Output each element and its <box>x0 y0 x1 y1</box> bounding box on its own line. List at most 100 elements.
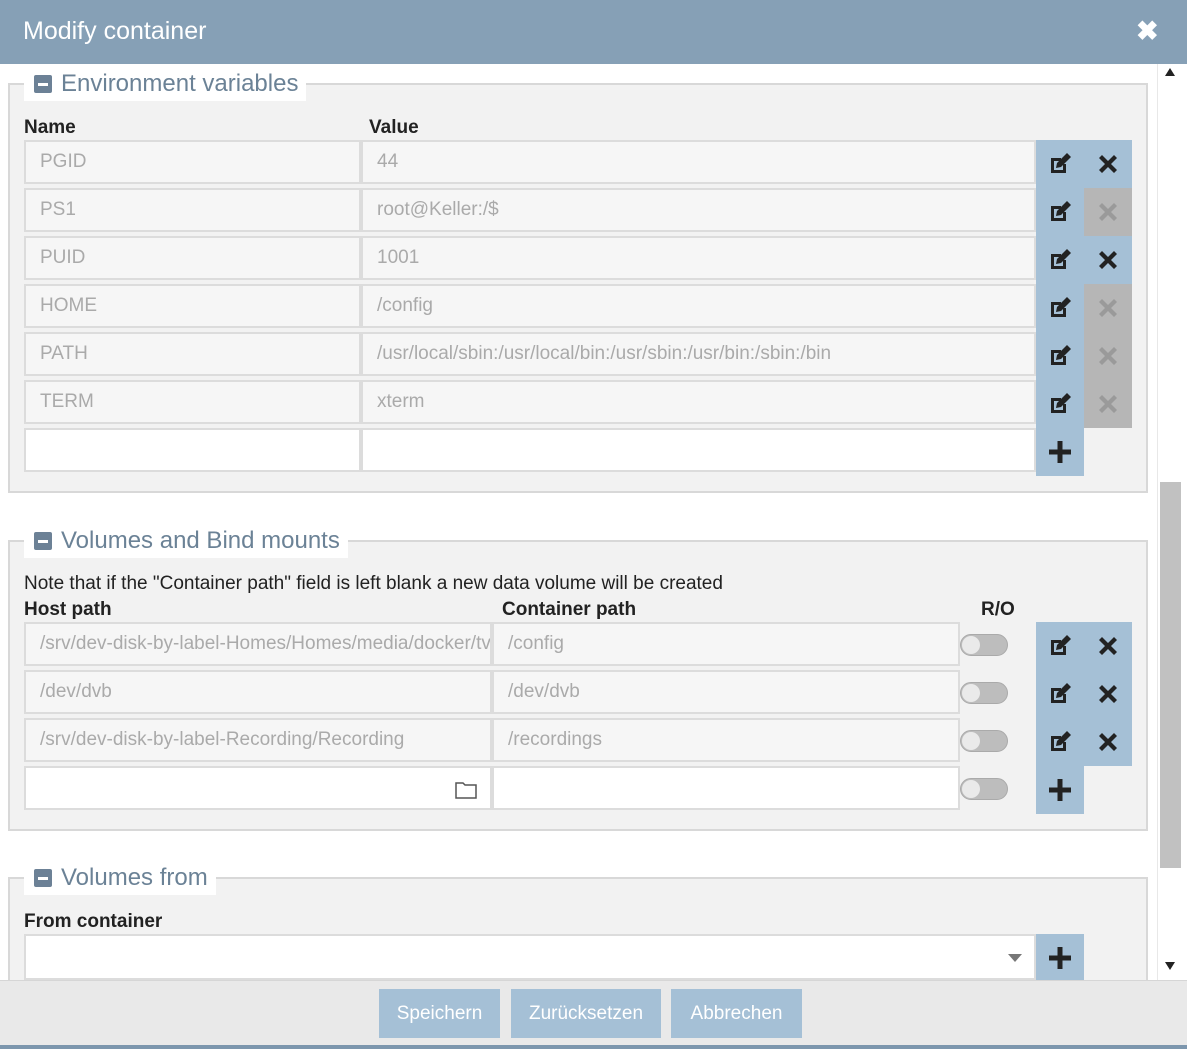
env-name-field[interactable]: HOME <box>24 284 361 328</box>
scrollbar-thumb[interactable] <box>1160 482 1181 868</box>
edit-icon <box>1051 635 1071 655</box>
env-col-name: Name <box>24 117 76 138</box>
edit-volume-button[interactable] <box>1036 718 1084 766</box>
edit-icon <box>1051 153 1071 173</box>
env-name-field[interactable]: PATH <box>24 332 361 376</box>
close-icon[interactable]: ✖ <box>1136 16 1159 47</box>
delete-env-button[interactable] <box>1084 140 1132 188</box>
delete-icon <box>1099 155 1117 173</box>
container-path-field[interactable]: /config <box>492 622 960 666</box>
edit-icon <box>1051 731 1071 751</box>
delete-env-button[interactable] <box>1084 188 1132 236</box>
scroll-up-icon[interactable] <box>1165 68 1175 76</box>
toggle-knob <box>962 636 980 654</box>
env-value-field[interactable]: 44 <box>361 140 1036 184</box>
new-host-path-field[interactable] <box>24 766 492 810</box>
delete-icon <box>1099 637 1117 655</box>
dialog-content: Environment variables Name Value PGID 44 P… <box>0 64 1157 980</box>
edit-env-button[interactable] <box>1036 332 1084 380</box>
chevron-down-icon <box>1008 954 1022 962</box>
minus-icon[interactable] <box>34 869 52 887</box>
delete-env-button[interactable] <box>1084 332 1132 380</box>
scrollbar[interactable] <box>1157 64 1187 980</box>
volumes-col-host: Host path <box>24 599 112 620</box>
env-col-value: Value <box>369 117 419 138</box>
delete-icon <box>1099 733 1117 751</box>
new-container-path-field[interactable] <box>492 766 960 810</box>
plus-icon <box>1049 779 1071 801</box>
footer-border <box>0 1045 1187 1049</box>
save-button[interactable]: Speichern <box>379 989 500 1038</box>
volumes-legend-text: Volumes and Bind mounts <box>61 527 340 554</box>
reset-button[interactable]: Zurücksetzen <box>511 989 661 1038</box>
add-env-button[interactable] <box>1036 428 1084 476</box>
edit-env-button[interactable] <box>1036 140 1084 188</box>
ro-toggle[interactable] <box>960 634 1008 656</box>
volumes-from-legend[interactable]: Volumes from <box>24 861 216 895</box>
edit-icon <box>1051 393 1071 413</box>
dialog-titlebar: Modify container ✖ <box>0 0 1187 64</box>
edit-env-button[interactable] <box>1036 188 1084 236</box>
env-value-field[interactable]: 1001 <box>361 236 1036 280</box>
env-new-value-field[interactable] <box>361 428 1036 472</box>
volumes-legend[interactable]: Volumes and Bind mounts <box>24 524 348 558</box>
env-value-field[interactable]: xterm <box>361 380 1036 424</box>
env-new-name-field[interactable] <box>24 428 361 472</box>
container-path-field[interactable]: /dev/dvb <box>492 670 960 714</box>
env-name-field[interactable]: PUID <box>24 236 361 280</box>
toggle-knob <box>962 684 980 702</box>
ro-toggle[interactable] <box>960 682 1008 704</box>
host-path-field[interactable]: /dev/dvb <box>24 670 492 714</box>
edit-volume-button[interactable] <box>1036 622 1084 670</box>
env-value-field[interactable]: root@Keller:/$ <box>361 188 1036 232</box>
env-legend[interactable]: Environment variables <box>24 67 307 101</box>
env-name-field[interactable]: PGID <box>24 140 361 184</box>
edit-icon <box>1051 683 1071 703</box>
plus-icon <box>1049 441 1071 463</box>
edit-volume-button[interactable] <box>1036 670 1084 718</box>
from-container-select[interactable] <box>24 934 1036 980</box>
edit-env-button[interactable] <box>1036 236 1084 284</box>
minus-icon[interactable] <box>34 75 52 93</box>
add-volume-button[interactable] <box>1036 766 1084 814</box>
env-legend-text: Environment variables <box>61 70 299 97</box>
delete-icon <box>1099 251 1117 269</box>
host-path-field[interactable]: /srv/dev-disk-by-label-Recording/Recordi… <box>24 718 492 762</box>
env-name-field[interactable]: TERM <box>24 380 361 424</box>
env-name-field[interactable]: PS1 <box>24 188 361 232</box>
edit-env-button[interactable] <box>1036 284 1084 332</box>
volumes-col-ro: R/O <box>981 599 1015 620</box>
env-value-field[interactable]: /config <box>361 284 1036 328</box>
volumes-from-legend-text: Volumes from <box>61 864 208 891</box>
folder-icon[interactable] <box>455 781 477 799</box>
delete-volume-button[interactable] <box>1084 670 1132 718</box>
edit-icon <box>1051 249 1071 269</box>
dialog-title: Modify container <box>23 17 207 45</box>
toggle-knob <box>962 780 980 798</box>
volumes-col-container: Container path <box>502 599 637 620</box>
new-ro-toggle[interactable] <box>960 778 1008 800</box>
edit-icon <box>1051 201 1071 221</box>
delete-volume-button[interactable] <box>1084 718 1132 766</box>
delete-env-button[interactable] <box>1084 380 1132 428</box>
delete-icon <box>1099 685 1117 703</box>
edit-icon <box>1051 297 1071 317</box>
ro-toggle[interactable] <box>960 730 1008 752</box>
host-path-field[interactable]: /srv/dev-disk-by-label-Homes/Homes/media… <box>24 622 492 666</box>
delete-env-button[interactable] <box>1084 284 1132 332</box>
plus-icon <box>1049 947 1071 969</box>
delete-icon <box>1099 299 1117 317</box>
add-volumes-from-button[interactable] <box>1036 934 1084 980</box>
delete-icon <box>1099 203 1117 221</box>
delete-env-button[interactable] <box>1084 236 1132 284</box>
volumes-note: Note that if the "Container path" field … <box>24 573 723 594</box>
dialog-footer: Speichern Zurücksetzen Abbrechen <box>0 980 1187 1049</box>
env-value-field[interactable]: /usr/local/sbin:/usr/local/bin:/usr/sbin… <box>361 332 1036 376</box>
container-path-field[interactable]: /recordings <box>492 718 960 762</box>
scroll-down-icon[interactable] <box>1165 962 1175 970</box>
edit-env-button[interactable] <box>1036 380 1084 428</box>
minus-icon[interactable] <box>34 532 52 550</box>
delete-volume-button[interactable] <box>1084 622 1132 670</box>
delete-icon <box>1099 395 1117 413</box>
cancel-button[interactable]: Abbrechen <box>671 989 802 1038</box>
